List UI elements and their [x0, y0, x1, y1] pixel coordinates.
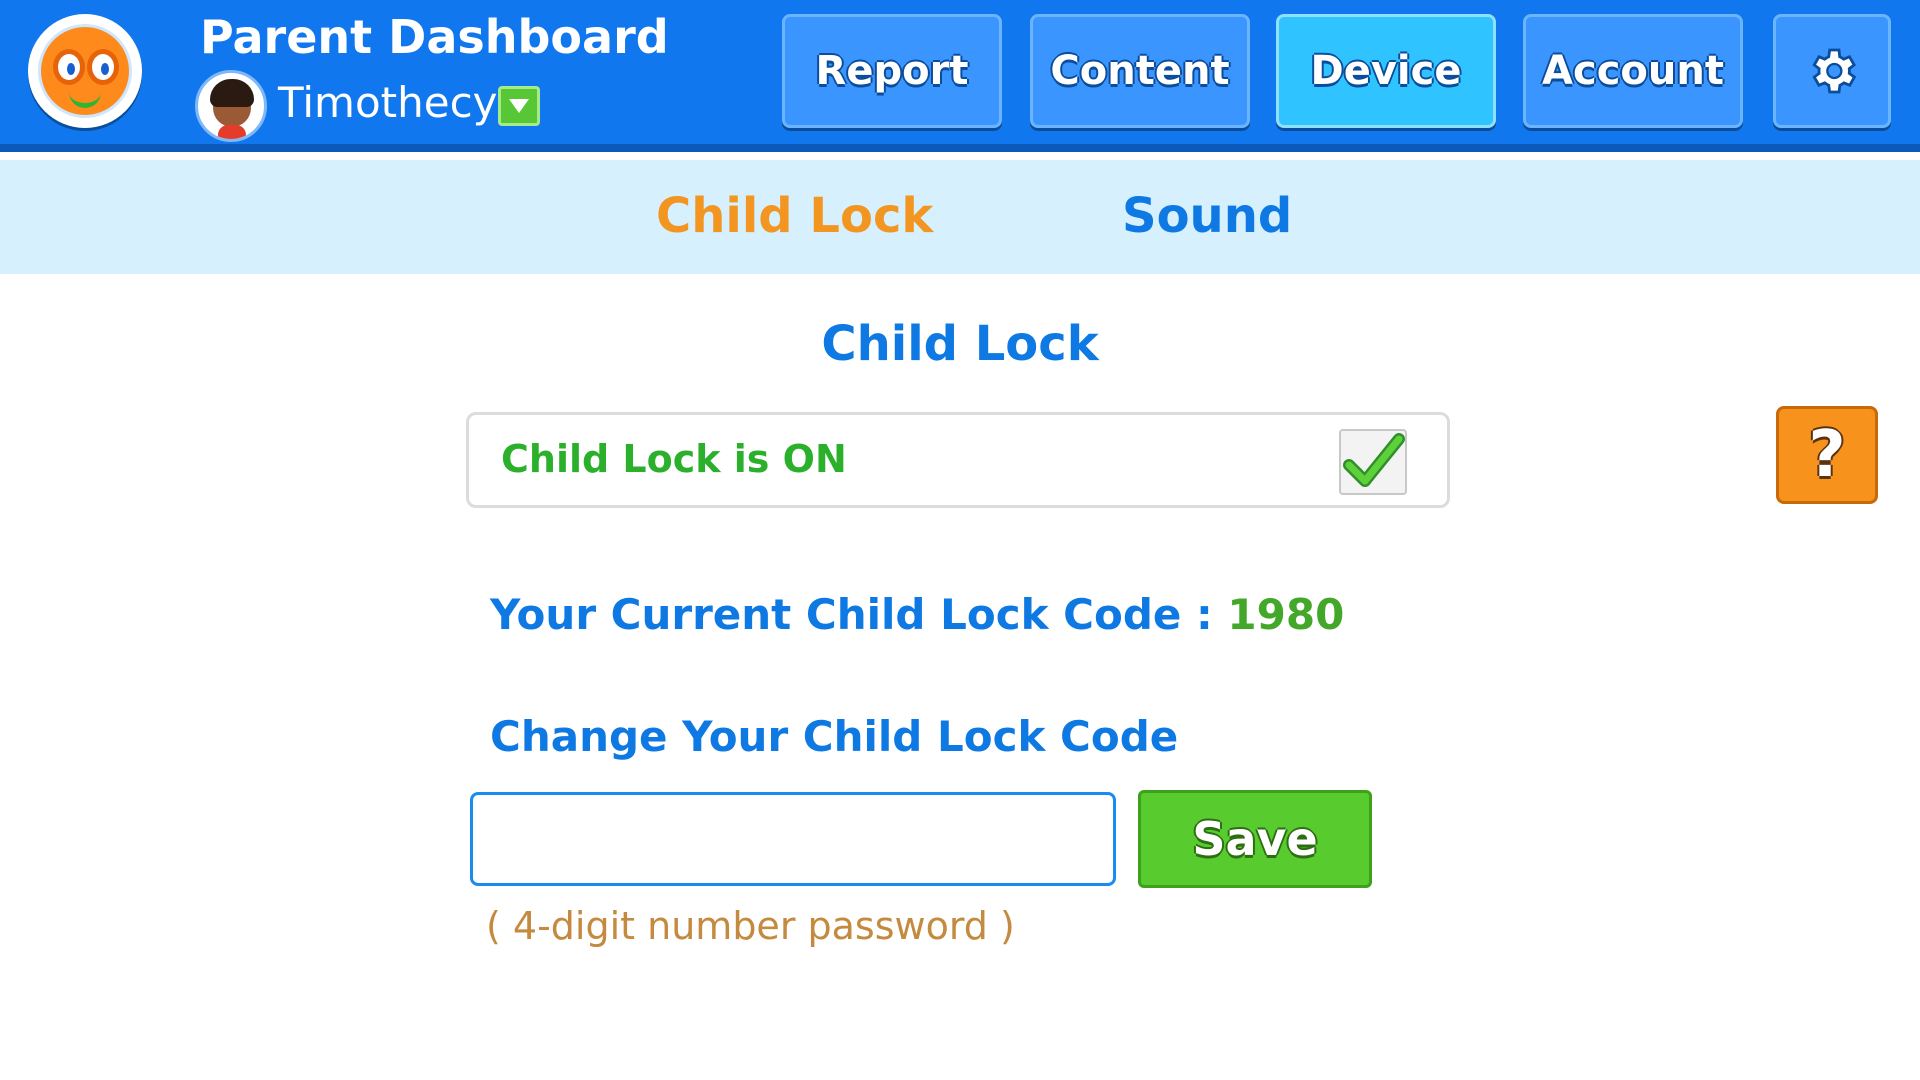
nav-report-button[interactable]: Report	[782, 14, 1002, 128]
gear-icon	[1812, 48, 1857, 94]
nav-content-button[interactable]: Content	[1030, 14, 1250, 128]
section-title: Child Lock	[821, 316, 1099, 372]
top-header: Parent Dashboard Timothecy Report Conten…	[0, 0, 1920, 152]
save-button[interactable]: Save	[1138, 790, 1372, 888]
child-lock-checkbox[interactable]	[1339, 429, 1407, 495]
checkmark-icon	[1343, 433, 1405, 487]
tab-child-lock[interactable]: Child Lock	[656, 188, 933, 244]
change-code-title: Change Your Child Lock Code	[490, 712, 1179, 761]
child-lock-status-text: Child Lock is ON	[501, 437, 847, 481]
new-code-input[interactable]	[470, 792, 1116, 886]
child-avatar-icon[interactable]	[195, 70, 267, 142]
tab-sound[interactable]: Sound	[1122, 188, 1292, 244]
child-name[interactable]: Timothecy	[278, 78, 498, 127]
sub-tab-bar: Child Lock Sound	[0, 160, 1920, 274]
owl-logo-icon[interactable]	[28, 14, 142, 128]
nav-account-button[interactable]: Account	[1523, 14, 1743, 128]
page-title: Parent Dashboard	[200, 10, 669, 64]
current-code-line: Your Current Child Lock Code : 1980	[490, 590, 1344, 639]
current-code-value: 1980	[1227, 590, 1345, 639]
password-hint: ( 4-digit number password )	[486, 904, 1015, 948]
nav-device-button[interactable]: Device	[1276, 14, 1496, 128]
settings-button[interactable]	[1773, 14, 1891, 128]
current-code-label: Your Current Child Lock Code :	[490, 590, 1228, 639]
help-button[interactable]: ?	[1776, 406, 1878, 504]
child-selector-dropdown[interactable]	[498, 86, 540, 126]
question-mark-icon: ?	[1808, 418, 1846, 492]
child-lock-status-box[interactable]: Child Lock is ON	[466, 412, 1450, 508]
chevron-down-icon	[509, 99, 529, 113]
